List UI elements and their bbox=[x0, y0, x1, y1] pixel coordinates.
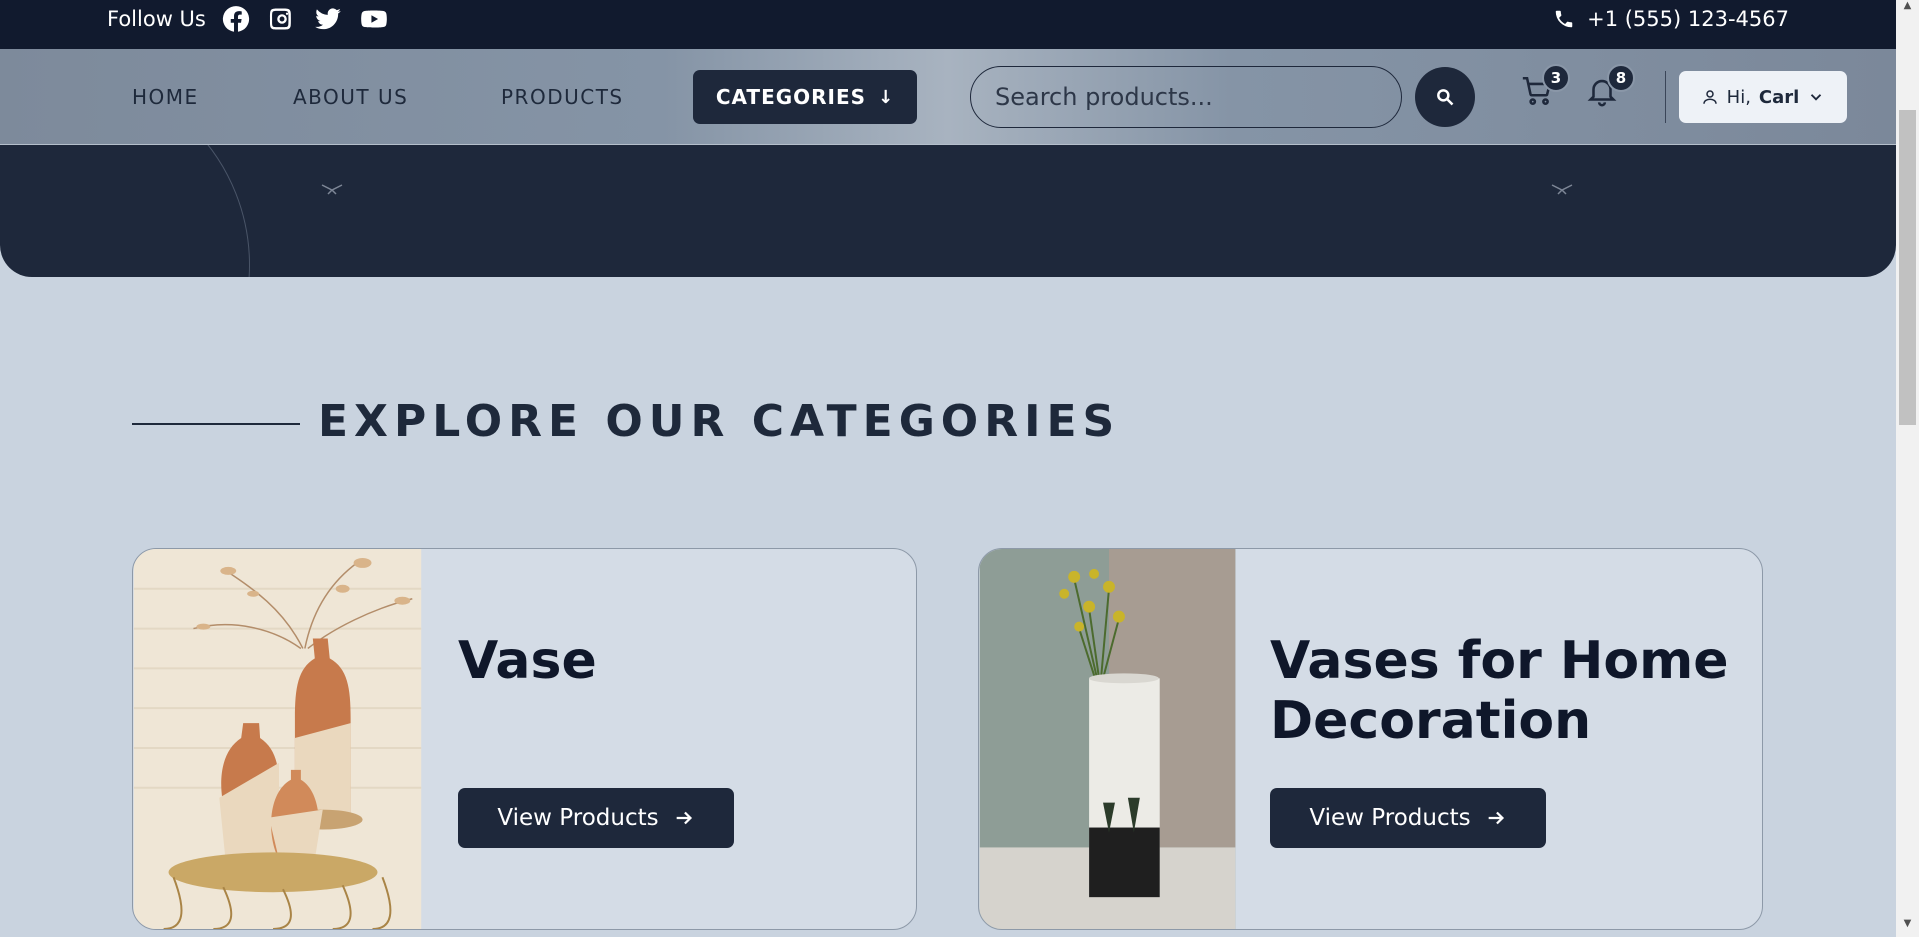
search-button[interactable] bbox=[1415, 67, 1475, 127]
user-name: Carl bbox=[1758, 86, 1800, 108]
vase-category-image bbox=[133, 549, 422, 929]
notifications-button[interactable]: 8 bbox=[1585, 64, 1635, 118]
youtube-icon[interactable] bbox=[358, 3, 390, 35]
card-title: Vases for Home Decoration bbox=[1270, 631, 1729, 751]
arrow-right-icon bbox=[1488, 811, 1504, 825]
top-bar: Follow Us +1 (555) 123-4567 bbox=[0, 0, 1896, 49]
ribbon-icon bbox=[1550, 180, 1574, 195]
ribbon-icon bbox=[320, 180, 344, 195]
facebook-icon[interactable] bbox=[220, 3, 252, 35]
nav-home[interactable]: HOME bbox=[132, 49, 199, 145]
card-title: Vase bbox=[458, 631, 597, 691]
category-card-vase: Vase View Products bbox=[132, 548, 917, 930]
nav-products[interactable]: PRODUCTS bbox=[501, 49, 624, 145]
chevron-down-icon bbox=[1811, 94, 1822, 101]
user-greeting: Hi, bbox=[1726, 86, 1751, 108]
scroll-down-icon[interactable]: ▼ bbox=[1900, 918, 1915, 932]
nav-about-us[interactable]: ABOUT US bbox=[293, 49, 408, 145]
category-card-home-decoration: Vases for Home Decoration View Products bbox=[978, 548, 1763, 930]
cart-button[interactable]: 3 bbox=[1520, 64, 1570, 118]
phone-number: +1 (555) 123-4567 bbox=[1587, 7, 1789, 31]
arrow-right-icon bbox=[676, 811, 692, 825]
twitter-icon[interactable] bbox=[312, 3, 344, 35]
view-products-button[interactable]: View Products bbox=[458, 788, 734, 848]
search-input[interactable] bbox=[970, 66, 1402, 128]
arrow-down-icon: ↓ bbox=[878, 86, 895, 108]
scroll-up-icon[interactable]: ▲ bbox=[1900, 0, 1915, 14]
view-products-label: View Products bbox=[497, 805, 659, 831]
nav-divider bbox=[1665, 71, 1666, 123]
user-icon bbox=[1702, 90, 1717, 104]
main-navigation: HOME ABOUT US PRODUCTS CATEGORIES ↓ 3 8 … bbox=[0, 49, 1896, 145]
cart-count-badge: 3 bbox=[1542, 64, 1570, 92]
categories-label: CATEGORIES bbox=[715, 85, 867, 109]
instagram-icon[interactable] bbox=[266, 3, 298, 35]
phone-icon bbox=[1555, 10, 1573, 28]
follow-us-label: Follow Us bbox=[107, 7, 206, 31]
section-title: EXPLORE OUR CATEGORIES bbox=[318, 396, 1121, 447]
phone-contact[interactable]: +1 (555) 123-4567 bbox=[1553, 0, 1789, 38]
view-products-button[interactable]: View Products bbox=[1270, 788, 1546, 848]
categories-button[interactable]: CATEGORIES ↓ bbox=[693, 70, 917, 124]
notification-count-badge: 8 bbox=[1607, 64, 1635, 92]
home-decoration-category-image bbox=[979, 549, 1236, 929]
user-menu-button[interactable]: Hi, Carl bbox=[1679, 71, 1847, 123]
section-heading-line bbox=[132, 423, 300, 425]
view-products-label: View Products bbox=[1309, 805, 1471, 831]
search-icon bbox=[1437, 89, 1454, 106]
scrollbar-thumb[interactable] bbox=[1899, 110, 1916, 425]
follow-us: Follow Us bbox=[107, 0, 390, 38]
